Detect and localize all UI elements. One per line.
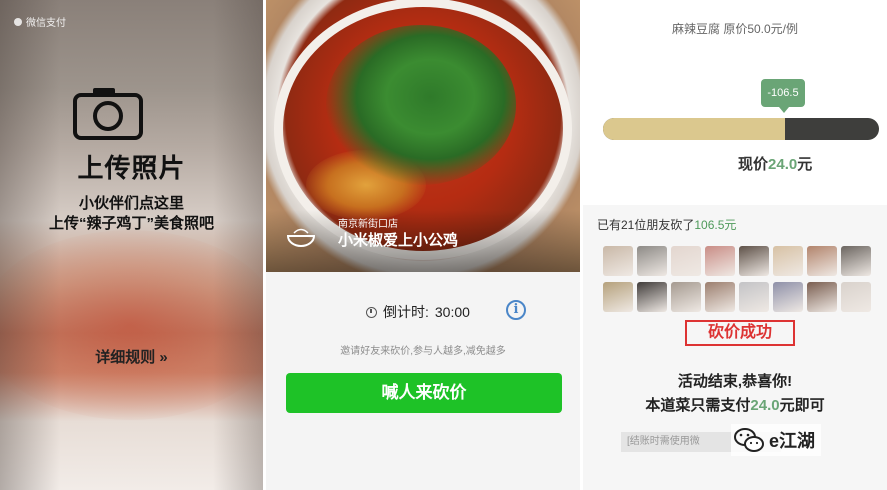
dish-name: 小米椒爱上小公鸡	[338, 232, 459, 249]
cilantro-topping	[326, 25, 516, 185]
invite-hint: 邀请好友来砍价,参与人越多,减免越多	[340, 346, 506, 357]
friend-avatar[interactable]	[841, 282, 871, 312]
bargain-success-stamp: 砍价成功	[685, 320, 795, 346]
final-prefix: 本道菜只需支付	[645, 397, 751, 414]
screenshot-collage: 微信支付 上传照片 小伙伴们点这里 上传“辣子鸡丁”美食照吧 详细规则 » 南京…	[0, 0, 887, 490]
right-shadow	[213, 0, 263, 490]
friend-avatar[interactable]	[603, 282, 633, 312]
bargain-invite-screen: 南京新街口店 小米椒爱上小公鸡 倒计时: 30:00 i 邀请好友来砍价,参与人…	[266, 0, 580, 490]
friend-avatar[interactable]	[807, 282, 837, 312]
friend-avatar[interactable]	[705, 246, 735, 276]
brand-text: e江湖	[769, 431, 816, 451]
wechat-pay-label: 微信支付	[14, 14, 66, 29]
friend-avatar[interactable]	[671, 282, 701, 312]
brand-watermark: e江湖	[731, 424, 822, 456]
friend-avatar[interactable]	[637, 246, 667, 276]
friend-avatar[interactable]	[773, 282, 803, 312]
friend-avatar[interactable]	[603, 246, 633, 276]
food-photo: 南京新街口店 小米椒爱上小公鸡	[266, 0, 580, 272]
friends-amount: 106.5元	[694, 218, 737, 232]
friend-avatar[interactable]	[841, 246, 871, 276]
wechat-logo-icon	[734, 428, 764, 452]
activity-end-message: 活动结束,恭喜你!	[677, 373, 793, 390]
invite-friends-button[interactable]: 喊人来砍价	[286, 373, 562, 413]
bargain-progress-bar	[603, 118, 879, 140]
countdown-value: 30:00	[434, 304, 470, 320]
upload-subtitle-line1: 小伙伴们点这里	[78, 195, 184, 212]
app-label: 微信支付	[26, 18, 66, 29]
price-unit: 元	[797, 156, 813, 173]
current-price: 现价24.0元	[738, 153, 812, 174]
upload-title[interactable]: 上传照片	[0, 148, 263, 185]
friends-prefix: 已有21位朋友砍了	[597, 218, 695, 232]
discount-tooltip: -106.5	[761, 79, 805, 113]
friend-avatar[interactable]	[637, 282, 667, 312]
price-label: 现价	[738, 156, 769, 173]
countdown: 倒计时: 30:00	[366, 302, 470, 322]
restaurant-name: 南京新街口店	[338, 219, 398, 230]
left-shadow	[0, 0, 60, 490]
friend-avatar[interactable]	[739, 246, 769, 276]
wechat-pay-icon	[14, 17, 22, 26]
clock-icon	[366, 306, 377, 318]
final-value: 24.0	[750, 397, 780, 414]
friend-avatar[interactable]	[773, 246, 803, 276]
friend-avatar[interactable]	[671, 246, 701, 276]
camera-icon[interactable]	[73, 85, 143, 140]
dish-icon	[286, 228, 316, 247]
dish-original-price: 麻辣豆腐 原价50.0元/例	[671, 22, 799, 36]
friend-avatar[interactable]	[739, 282, 769, 312]
friend-avatar-grid	[603, 246, 873, 312]
friend-avatar[interactable]	[807, 246, 837, 276]
friends-summary: 已有21位朋友砍了106.5元	[597, 216, 736, 233]
detailed-rules-link[interactable]: 详细规则 »	[0, 346, 263, 367]
countdown-label: 倒计时:	[383, 304, 429, 320]
info-icon[interactable]: i	[506, 300, 526, 320]
upload-photo-screen: 微信支付 上传照片 小伙伴们点这里 上传“辣子鸡丁”美食照吧 详细规则 »	[0, 0, 263, 490]
price-value: 24.0	[768, 156, 798, 173]
upload-subtitle-line2: 上传“辣子鸡丁”美食照吧	[48, 215, 214, 232]
final-payment-message: 本道菜只需支付24.0元即可	[583, 394, 887, 415]
friend-avatar[interactable]	[705, 282, 735, 312]
bargain-result-screen: 麻辣豆腐 原价50.0元/例 -106.5 现价24.0元 已有21位朋友砍了1…	[583, 0, 887, 490]
bargain-progress-fill	[603, 118, 786, 140]
final-suffix: 元即可	[779, 397, 825, 414]
